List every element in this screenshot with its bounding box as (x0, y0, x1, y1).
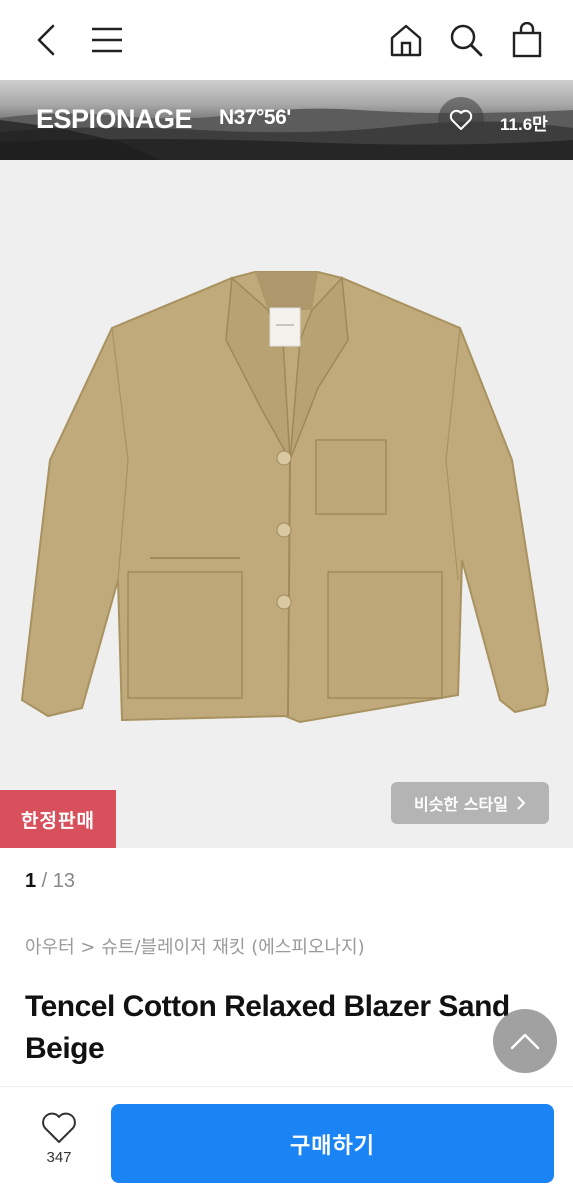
pager-separator: / (36, 870, 53, 892)
pager-total: 13 (52, 870, 76, 892)
search-icon (450, 24, 483, 57)
chevron-up-icon (510, 1033, 540, 1050)
product-image[interactable] (0, 160, 573, 848)
top-navigation (0, 0, 573, 80)
home-button[interactable] (384, 18, 428, 62)
pager-current: 1 (25, 870, 37, 892)
brand-banner[interactable]: ESPIONAGE N37°56' (0, 80, 573, 160)
brand-name: ESPIONAGE (36, 104, 193, 134)
heart-outline-icon (449, 109, 473, 130)
product-like-button[interactable]: 347 (30, 1111, 88, 1181)
jacket-illustration (20, 271, 550, 724)
heart-outline-icon (42, 1112, 76, 1143)
similar-style-button[interactable]: 비슷한 스타일 (391, 782, 549, 824)
buy-button[interactable]: 구매하기 (111, 1104, 554, 1183)
chevron-left-icon (37, 24, 55, 56)
product-like-count: 347 (46, 1149, 72, 1166)
brand-like-button[interactable] (438, 97, 484, 143)
bottom-action-bar: 347 구매하기 (0, 1086, 573, 1200)
image-pager: 1 / 13 (25, 870, 75, 893)
product-title: Tencel Cotton Relaxed Blazer Sand Beige (25, 990, 510, 1065)
brand-subtitle: N37°56' (219, 106, 291, 129)
limited-sale-badge: 한정판매 (0, 790, 116, 848)
home-icon (390, 24, 422, 57)
shopping-bag-icon (512, 22, 542, 58)
hamburger-menu-icon (92, 27, 122, 53)
brand-like-count: 11.6만 (500, 115, 548, 134)
chevron-right-icon (517, 796, 526, 810)
similar-style-label: 비슷한 스타일 (414, 795, 508, 814)
menu-button[interactable] (85, 18, 129, 62)
cart-button[interactable] (505, 18, 549, 62)
category-breadcrumb[interactable]: 아우터 > 슈트/블레이저 재킷 (에스피오나지) (25, 933, 365, 959)
back-button[interactable] (24, 18, 68, 62)
search-button[interactable] (444, 18, 488, 62)
scroll-top-button[interactable] (493, 1009, 557, 1073)
